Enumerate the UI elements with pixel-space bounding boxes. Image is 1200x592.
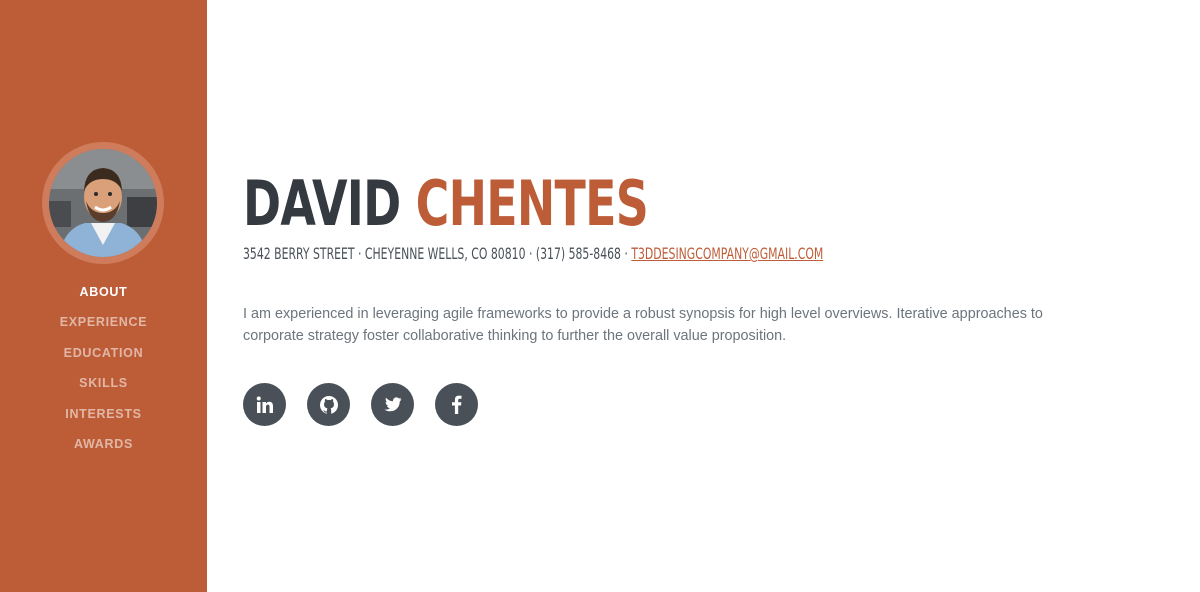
nav-item-experience[interactable]: EXPERIENCE	[0, 312, 207, 342]
page-title: DAVID CHENTES	[243, 167, 649, 240]
facebook-icon	[452, 395, 462, 414]
last-name: CHENTES	[415, 167, 649, 240]
side-nav: ABOUT EXPERIENCE EDUCATION SKILLS INTERE…	[0, 282, 207, 464]
nav-item-education[interactable]: EDUCATION	[0, 343, 207, 373]
email-link[interactable]: T3DDESINGCOMPANY@GMAIL.COM	[631, 244, 823, 263]
social-icons	[243, 383, 478, 426]
github-icon	[319, 395, 338, 414]
nav-item-about[interactable]: ABOUT	[0, 282, 207, 312]
github-button[interactable]	[307, 383, 350, 426]
linkedin-icon	[256, 396, 273, 413]
linkedin-button[interactable]	[243, 383, 286, 426]
nav-item-skills[interactable]: SKILLS	[0, 373, 207, 403]
bio-text: I am experienced in leveraging agile fra…	[243, 306, 1043, 344]
avatar-ring	[42, 142, 164, 264]
first-name: DAVID	[243, 167, 401, 240]
sidebar: ABOUT EXPERIENCE EDUCATION SKILLS INTERE…	[0, 0, 207, 592]
nav-item-interests[interactable]: INTERESTS	[0, 404, 207, 434]
address-text: 3542 Berry Street · Cheyenne Wells, CO 8…	[243, 244, 632, 263]
avatar[interactable]	[49, 149, 157, 257]
contact-line: 3542 Berry Street · Cheyenne Wells, CO 8…	[243, 243, 823, 265]
twitter-icon	[384, 396, 402, 411]
nav-item-awards[interactable]: AWARDS	[0, 434, 207, 464]
about-section: DAVID CHENTES 3542 Berry Street · Cheyen…	[243, 0, 1200, 592]
facebook-button[interactable]	[435, 383, 478, 426]
twitter-button[interactable]	[371, 383, 414, 426]
